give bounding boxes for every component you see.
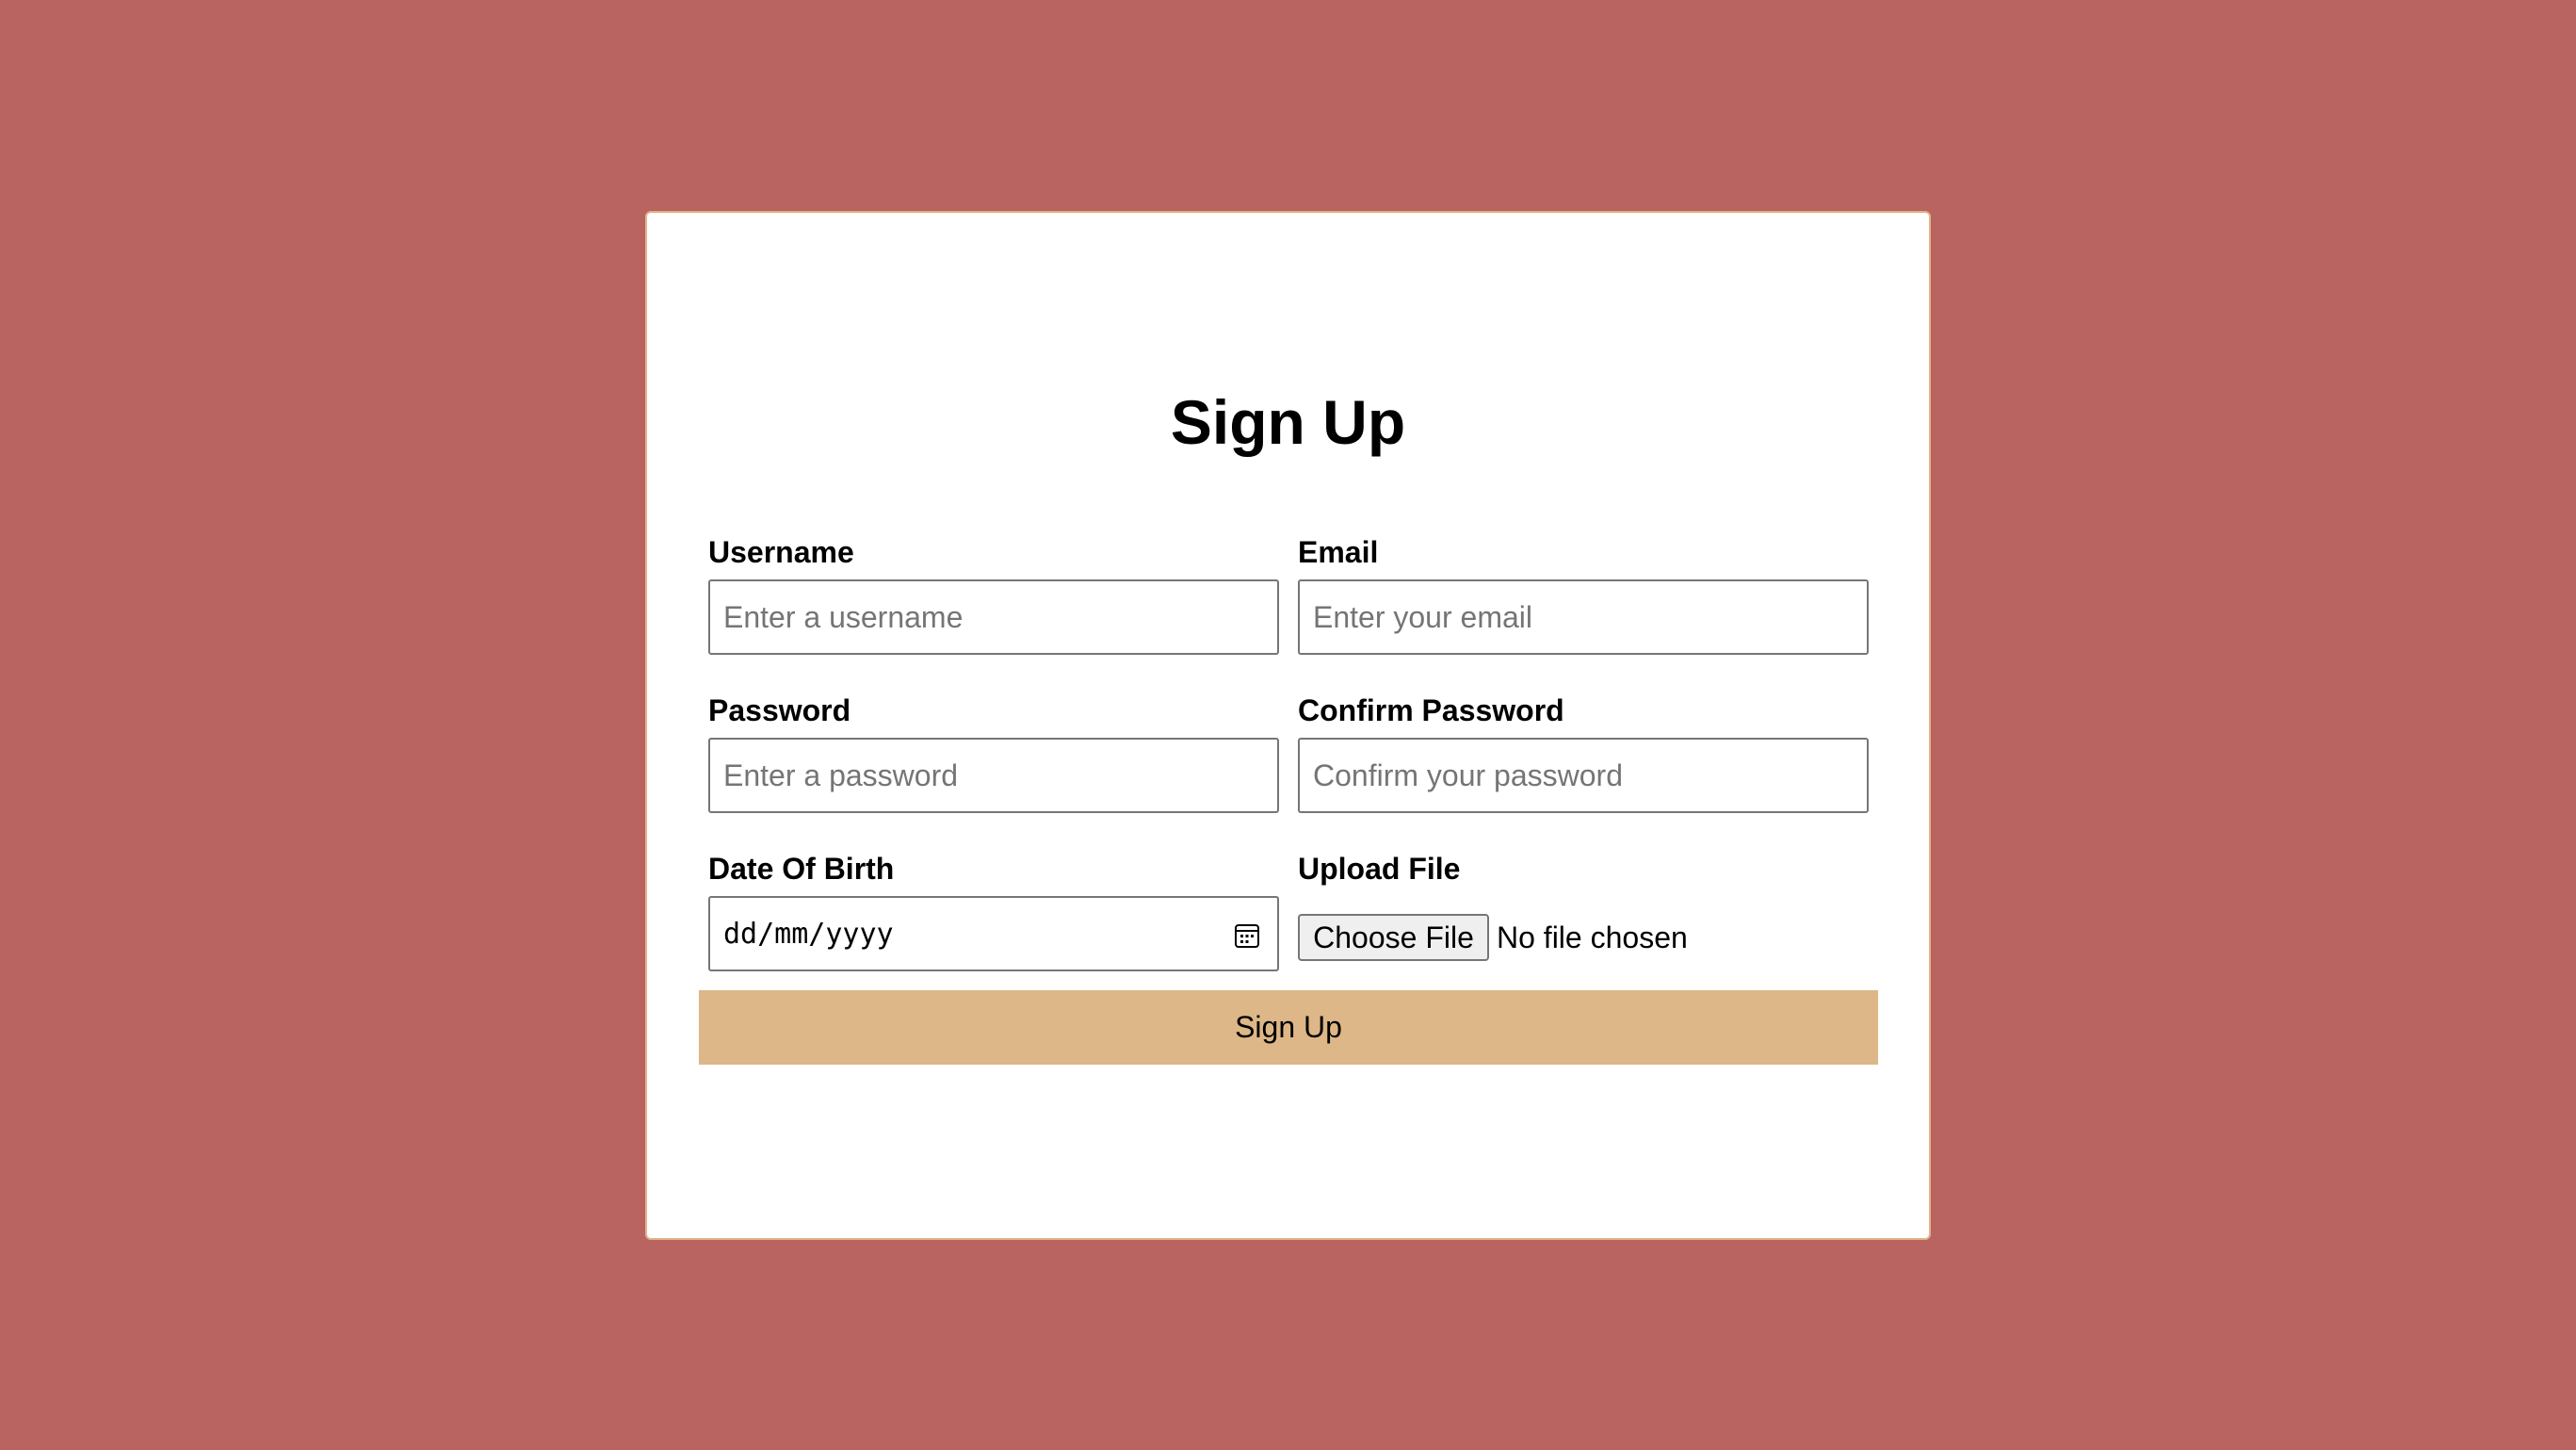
- date-placeholder: dd/mm/yyyy: [723, 918, 894, 951]
- username-input[interactable]: [708, 579, 1279, 655]
- password-label: Password: [708, 693, 851, 727]
- confirm-password-input[interactable]: [1298, 738, 1869, 813]
- date-of-birth-input[interactable]: dd/mm/yyyy: [708, 896, 1279, 971]
- confirm-password-label: Confirm Password: [1298, 693, 1564, 727]
- username-label: Username: [708, 535, 854, 569]
- sign-up-button[interactable]: Sign Up: [699, 990, 1878, 1065]
- date-of-birth-label: Date Of Birth: [708, 852, 895, 886]
- calendar-icon[interactable]: [1232, 921, 1262, 951]
- password-input[interactable]: [708, 738, 1279, 813]
- file-status-text: No file chosen: [1497, 921, 1688, 954]
- email-input[interactable]: [1298, 579, 1869, 655]
- choose-file-button[interactable]: Choose File: [1298, 914, 1489, 961]
- email-label: Email: [1298, 535, 1379, 569]
- upload-file-label: Upload File: [1298, 852, 1461, 886]
- page-title: Sign Up: [1170, 387, 1406, 457]
